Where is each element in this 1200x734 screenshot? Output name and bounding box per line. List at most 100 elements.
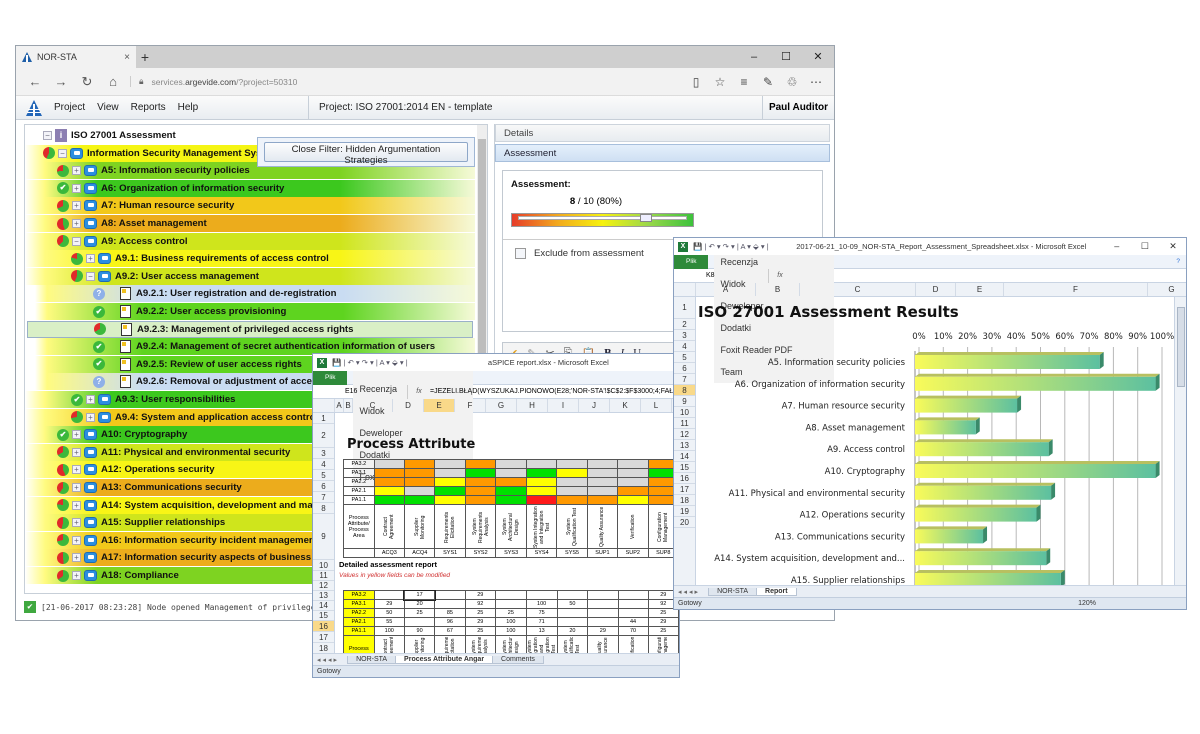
- sheet-tab[interactable]: NOR-STA: [708, 588, 758, 596]
- heatmap-cell[interactable]: [617, 477, 649, 487]
- column-header[interactable]: C: [800, 283, 916, 296]
- row-header[interactable]: 1: [313, 413, 334, 424]
- heatmap-cell[interactable]: [556, 459, 588, 469]
- row-header[interactable]: 7: [313, 492, 334, 503]
- detail-value-cell[interactable]: 90: [403, 626, 436, 636]
- sheet-nav-arrows[interactable]: ◂◂◂▸: [317, 656, 339, 664]
- worksheet[interactable]: 1 2 3 4 5 6 7 8 9 10 11 12 13 14 15 16 17 18 19 20 ISO 2700…: [674, 297, 1186, 591]
- row-header[interactable]: 3: [674, 330, 695, 341]
- heatmap-cell[interactable]: [495, 486, 527, 496]
- tree-node[interactable]: ✔ A9.2.2: User access provisioning: [35, 303, 475, 320]
- tree-node[interactable]: A9.2.3: Management of privileged access …: [27, 320, 473, 338]
- maximize-button[interactable]: ☐: [1132, 241, 1158, 252]
- user-name[interactable]: Paul Auditor: [762, 96, 834, 119]
- row-header[interactable]: 17: [313, 632, 334, 643]
- detail-value-cell[interactable]: 92: [464, 599, 497, 609]
- column-header[interactable]: B: [756, 283, 800, 296]
- sheet-tab[interactable]: NOR-STA: [347, 656, 397, 664]
- detail-value-cell[interactable]: 29: [464, 590, 497, 600]
- expand-icon[interactable]: +: [86, 395, 95, 404]
- forward-icon[interactable]: →: [48, 74, 74, 89]
- row-header[interactable]: 19: [674, 506, 695, 517]
- heatmap-cell[interactable]: [586, 459, 619, 469]
- tree-node[interactable]: − A9: Access control: [25, 232, 475, 250]
- refresh-icon[interactable]: ↻: [74, 74, 100, 90]
- select-all-corner[interactable]: [674, 283, 696, 296]
- column-header[interactable]: D: [393, 399, 424, 412]
- hub-icon[interactable]: ≡: [732, 75, 756, 89]
- minimize-button[interactable]: –: [738, 46, 770, 68]
- row-header[interactable]: 4: [674, 341, 695, 352]
- column-header[interactable]: E: [956, 283, 1004, 296]
- detail-value-cell[interactable]: [434, 599, 466, 609]
- detail-value-cell[interactable]: [587, 617, 619, 627]
- detail-value-cell[interactable]: 85: [434, 608, 466, 618]
- attribute-label[interactable]: PA3.2: [343, 590, 375, 600]
- minimize-button[interactable]: –: [1104, 241, 1130, 251]
- expand-icon[interactable]: +: [72, 166, 81, 176]
- column-header[interactable]: E: [424, 399, 455, 412]
- file-tab[interactable]: Plik: [674, 254, 709, 269]
- heatmap-cell[interactable]: [495, 495, 527, 505]
- heatmap-cell[interactable]: [373, 486, 406, 496]
- attribute-label[interactable]: PA2.2: [343, 608, 375, 618]
- heatmap-cell[interactable]: [617, 459, 649, 469]
- home-icon[interactable]: ⌂: [100, 74, 126, 89]
- row-header[interactable]: 10: [313, 560, 334, 571]
- attribute-label[interactable]: PA3.1: [343, 599, 375, 609]
- details-header[interactable]: Details: [495, 124, 830, 142]
- assessment-slider[interactable]: [511, 213, 694, 227]
- detail-value-cell[interactable]: 75: [525, 608, 558, 618]
- detail-value-cell[interactable]: 71: [525, 617, 558, 627]
- name-box[interactable]: E16: [313, 384, 408, 399]
- heatmap-cell[interactable]: [525, 486, 558, 496]
- detail-value-cell[interactable]: [495, 599, 527, 609]
- menu-help[interactable]: Help: [178, 102, 199, 113]
- bar[interactable]: [915, 442, 1049, 457]
- close-tab-icon[interactable]: ×: [124, 52, 130, 63]
- column-header[interactable]: H: [517, 399, 548, 412]
- tree-node[interactable]: + A7: Human resource security: [25, 197, 475, 215]
- detail-value-cell[interactable]: 50: [373, 608, 405, 618]
- expand-icon[interactable]: +: [72, 571, 81, 580]
- share-icon[interactable]: ♲: [780, 75, 804, 89]
- vertical-scrollbar[interactable]: [1174, 297, 1186, 585]
- heatmap-cell[interactable]: [617, 468, 649, 478]
- tree-node[interactable]: + A9.1: Business requirements of access c…: [25, 250, 475, 268]
- detail-value-cell[interactable]: [617, 590, 649, 600]
- row-header[interactable]: 14: [674, 451, 695, 462]
- sheet-tab[interactable]: Process Attribute Angar: [395, 656, 494, 664]
- heatmap-cell[interactable]: [404, 459, 436, 469]
- more-icon[interactable]: ⋯: [804, 75, 828, 89]
- bar[interactable]: [915, 376, 1156, 391]
- row-header[interactable]: 5: [313, 470, 334, 481]
- row-header[interactable]: 16: [674, 473, 695, 484]
- column-header[interactable]: F: [1004, 283, 1148, 296]
- scrollbar-thumb[interactable]: [1177, 307, 1185, 387]
- detail-value-cell[interactable]: 29: [373, 599, 405, 609]
- row-header[interactable]: 10: [674, 407, 695, 418]
- detail-value-cell[interactable]: 25: [464, 608, 497, 618]
- collapse-icon[interactable]: −: [58, 148, 67, 158]
- bar[interactable]: [915, 464, 1156, 478]
- detail-value-cell[interactable]: 29: [647, 617, 679, 627]
- heatmap-cell[interactable]: [556, 468, 588, 478]
- heatmap-cell[interactable]: [617, 495, 649, 505]
- row-header[interactable]: 6: [313, 481, 334, 492]
- tree-node[interactable]: ? A9.2.1: User registration and de-regist…: [35, 285, 475, 303]
- detail-value-cell[interactable]: 67: [434, 626, 466, 636]
- heatmap-cell[interactable]: [404, 477, 436, 487]
- detail-value-cell[interactable]: 25: [403, 608, 436, 618]
- heatmap-cell[interactable]: [434, 468, 466, 478]
- quick-access-toolbar[interactable]: 💾 | ↶ ▾ ↷ ▾ | A ▾ ⬙ ▾ |: [693, 242, 769, 251]
- sheet-tab[interactable]: Comments: [492, 656, 544, 664]
- close-filter-button[interactable]: Close Filter: Hidden Argumentation Strat…: [264, 142, 468, 166]
- row-header[interactable]: 15: [674, 462, 695, 473]
- fx-icon[interactable]: fx: [769, 272, 791, 279]
- detail-value-cell[interactable]: 44: [617, 617, 649, 627]
- detail-value-cell[interactable]: [556, 608, 589, 618]
- detail-value-cell[interactable]: 29: [464, 617, 497, 627]
- expand-icon[interactable]: +: [72, 201, 81, 211]
- tree-node[interactable]: ✔ + A6: Organization of information securi…: [25, 179, 475, 197]
- tree-node[interactable]: − A9.2: User access management: [25, 267, 475, 285]
